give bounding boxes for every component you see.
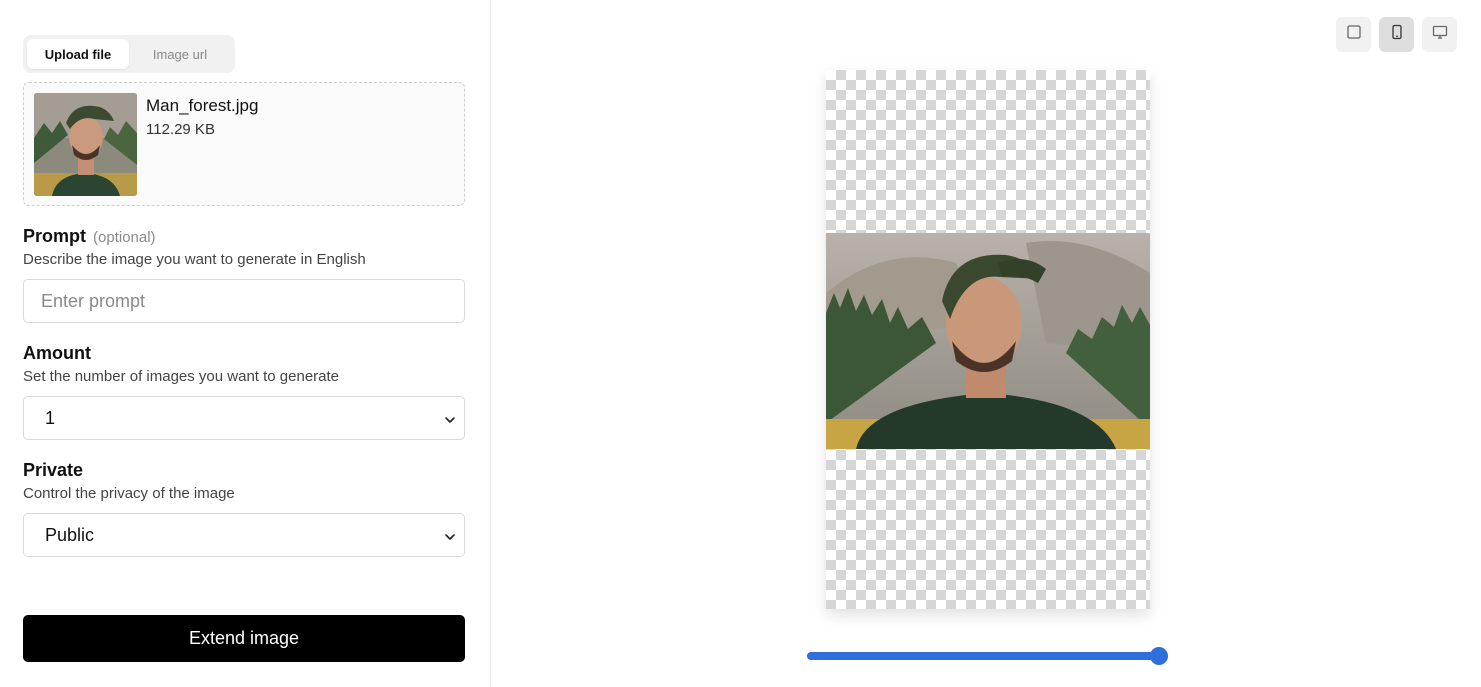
upload-dropzone[interactable]: Man_forest.jpg 112.29 KB [23,82,465,206]
prompt-optional-text: (optional) [93,229,156,246]
slider-thumb[interactable] [1150,647,1168,665]
extend-slider[interactable] [807,646,1168,666]
view-desktop-button[interactable] [1422,17,1457,52]
view-square-button[interactable] [1336,17,1371,52]
private-description: Control the privacy of the image [23,485,235,502]
prompt-label: Prompt (optional) [23,226,156,247]
amount-description: Set the number of images you want to gen… [23,368,340,385]
preview-image [826,233,1150,449]
uploaded-image-thumbnail [34,93,137,196]
privacy-select-value: Public [45,524,95,545]
square-icon [1346,24,1362,45]
tab-upload-file[interactable]: Upload file [27,39,129,69]
private-label: Private [23,460,84,480]
amount-select-value: 1 [45,407,56,428]
slider-fill [807,652,1159,660]
file-size: 112.29 KB [146,121,215,138]
tab-image-url[interactable]: Image url [129,39,231,69]
prompt-description: Describe the image you want to generate … [23,251,366,268]
file-name: Man_forest.jpg [146,96,259,115]
chevron-down-icon [444,411,456,425]
source-tabs: Upload file Image url [23,35,235,73]
extend-image-button[interactable]: Extend image [23,615,465,662]
privacy-select[interactable]: Public [23,513,465,557]
phone-icon [1389,24,1405,45]
view-mobile-button[interactable] [1379,17,1414,52]
amount-select[interactable]: 1 [23,396,465,440]
preview-canvas [826,70,1150,609]
amount-label: Amount [23,343,91,363]
settings-panel: Upload file Image url Man_forest.jpg 112… [0,0,491,687]
chevron-down-icon [444,528,456,542]
prompt-input[interactable] [23,279,465,323]
desktop-icon [1432,24,1448,45]
app-root: Upload file Image url Man_forest.jpg 112… [0,0,1481,687]
prompt-label-text: Prompt [23,226,86,246]
